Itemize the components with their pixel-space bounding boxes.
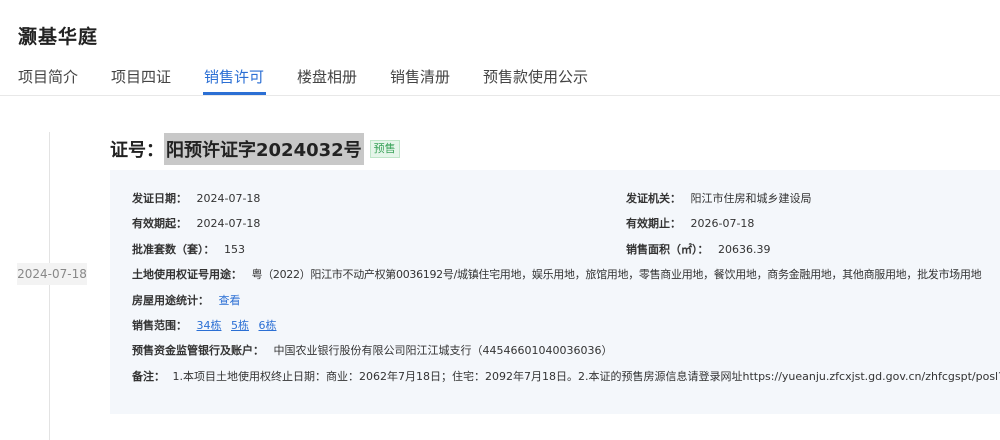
project-title: 灏基华庭	[18, 26, 99, 48]
issuer-row: 发证机关： 阳江市住房和城乡建设局	[626, 190, 812, 206]
units-value: 153	[224, 243, 245, 256]
area-value: 20636.39	[718, 243, 771, 256]
scope-link-building-34[interactable]: 34栋	[197, 319, 222, 332]
tab-sales-permit[interactable]: 销售许可	[204, 66, 264, 87]
usage-stats-view-link[interactable]: 查看	[219, 294, 241, 307]
valid-from-row: 有效期起： 2024-07-18	[132, 215, 260, 231]
units-row: 批准套数（套）： 153	[132, 241, 245, 257]
scope-link-building-5[interactable]: 5栋	[231, 319, 249, 332]
timeline-line	[49, 132, 50, 440]
tab-bar: 项目简介 项目四证 销售许可 楼盘相册 销售清册 预售款使用公示	[0, 62, 1000, 96]
issuer-label: 发证机关：	[626, 192, 681, 205]
issue-date-label: 发证日期：	[132, 192, 187, 205]
area-row: 销售面积（㎡）： 20636.39	[626, 241, 771, 257]
valid-from-value: 2024-07-18	[196, 217, 261, 230]
issue-date-row: 发证日期： 2024-07-18	[132, 190, 260, 206]
certificate-number: 阳预许证字2024032号	[164, 133, 364, 165]
area-label: 销售面积（㎡）：	[626, 243, 709, 256]
valid-from-label: 有效期起：	[132, 217, 187, 230]
valid-to-row: 有效期止： 2026-07-18	[626, 215, 754, 231]
timeline-date: 2024-07-18	[17, 263, 87, 285]
certificate-info-panel: 发证日期： 2024-07-18 发证机关： 阳江市住房和城乡建设局 有效期起：…	[110, 170, 1000, 414]
tab-album[interactable]: 楼盘相册	[297, 66, 357, 87]
valid-to-value: 2026-07-18	[690, 217, 755, 230]
presale-badge: 预售	[369, 140, 400, 158]
tab-sales-list[interactable]: 销售清册	[390, 66, 450, 87]
land-use-row: 土地使用权证号用途： 粤（2022）阳江市不动产权第0036192号/城镇住宅用…	[132, 266, 982, 282]
sales-scope-row: 销售范围： 34栋 5栋 6栋	[132, 317, 283, 333]
bank-label: 预售资金监管银行及账户：	[132, 344, 264, 357]
units-label: 批准套数（套）：	[132, 243, 215, 256]
scope-link-building-6[interactable]: 6栋	[259, 319, 277, 332]
issue-date-value: 2024-07-18	[196, 192, 261, 205]
issuer-value: 阳江市住房和城乡建设局	[690, 192, 812, 205]
active-tab-indicator	[203, 92, 266, 95]
usage-stats-label: 房屋用途统计：	[132, 294, 209, 307]
land-use-value: 粤（2022）阳江市不动产权第0036192号/城镇住宅用地，娱乐用地，旅馆用地…	[251, 268, 982, 281]
tab-four-certificates[interactable]: 项目四证	[111, 66, 171, 87]
tab-presale-funds[interactable]: 预售款使用公示	[483, 66, 588, 87]
bank-row: 预售资金监管银行及账户： 中国农业银行股份有限公司阳江江城支行（44546601…	[132, 342, 612, 358]
usage-stats-row: 房屋用途统计： 查看	[132, 292, 241, 308]
certificate-heading: 证号： 阳预许证字2024032号 预售	[110, 132, 400, 166]
bank-value: 中国农业银行股份有限公司阳江江城支行（44546601040036036）	[273, 344, 613, 357]
note-label: 备注：	[132, 370, 165, 383]
valid-to-label: 有效期止：	[626, 217, 681, 230]
sales-scope-label: 销售范围：	[132, 319, 187, 332]
note-row: 备注： 1.本项目土地使用权终止日期：商业：2062年7月18日；住宅：2092…	[132, 368, 1000, 384]
tab-project-intro[interactable]: 项目简介	[18, 66, 78, 87]
note-value: 1.本项目土地使用权终止日期：商业：2062年7月18日；住宅：2092年7月1…	[172, 370, 1000, 383]
land-use-label: 土地使用权证号用途：	[132, 268, 242, 281]
certificate-prefix: 证号：	[110, 140, 164, 161]
